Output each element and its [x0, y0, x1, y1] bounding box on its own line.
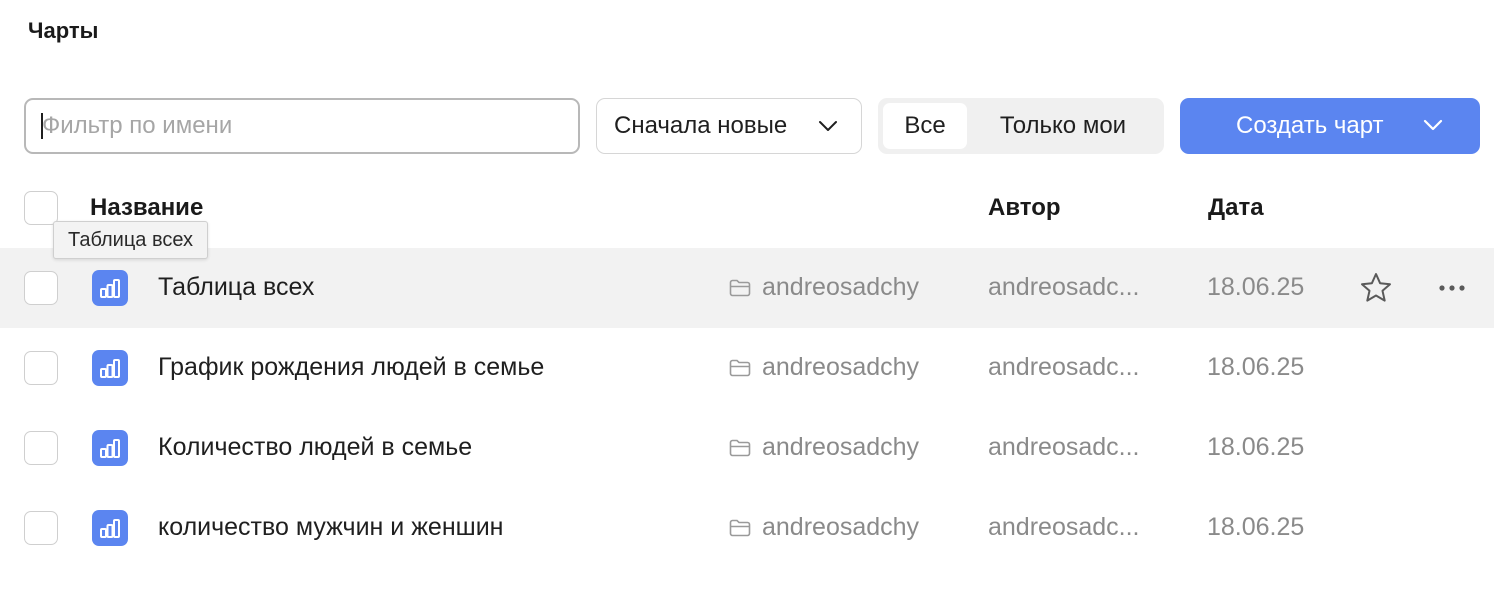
folder-link[interactable]: andreosadchy — [762, 273, 919, 302]
column-header-name[interactable]: Название — [90, 194, 203, 222]
chart-bars-icon — [92, 270, 128, 306]
more-dots-icon[interactable] — [1434, 274, 1470, 302]
column-header-date[interactable]: Дата — [1208, 194, 1264, 222]
row-checkbox[interactable] — [24, 351, 58, 385]
ownership-segmented-control: Все Только мои — [878, 98, 1164, 154]
folder-icon — [729, 439, 751, 457]
text-caret — [41, 113, 43, 139]
create-chart-button[interactable]: Создать чарт — [1180, 98, 1480, 154]
folder-icon — [729, 279, 751, 297]
tooltip: Таблица всех — [53, 221, 209, 259]
chart-bars-icon — [92, 510, 128, 546]
date-cell: 18.06.25 — [1207, 273, 1305, 301]
date-cell: 18.06.25 — [1207, 433, 1305, 461]
table-row[interactable]: количество мужчин и женшин andreosadchy … — [0, 488, 1494, 568]
folder-link[interactable]: andreosadchy — [762, 353, 919, 382]
author-cell: andreosadc... — [988, 433, 1140, 461]
author-cell: andreosadc... — [988, 513, 1140, 541]
page-title: Чарты — [28, 18, 99, 43]
chart-bars-icon — [92, 350, 128, 386]
table-header: Название Автор Дата — [0, 188, 1494, 228]
select-all-checkbox[interactable] — [24, 191, 58, 225]
table-row[interactable]: График рождения людей в семье andreosadc… — [0, 328, 1494, 408]
sort-select[interactable]: Сначала новые — [596, 98, 862, 154]
toolbar: Сначала новые Все Только мои Создать чар… — [24, 98, 1480, 154]
table-row[interactable]: Таблица всех andreosadchy andreosadc... … — [0, 248, 1494, 328]
table-row[interactable]: Количество людей в семье andreosadchy an… — [0, 408, 1494, 488]
chart-name-link[interactable]: Таблица всех — [158, 273, 314, 302]
segment-all[interactable]: Все — [883, 103, 967, 149]
author-cell: andreosadc... — [988, 353, 1140, 381]
date-cell: 18.06.25 — [1207, 353, 1305, 381]
sort-select-label: Сначала новые — [614, 112, 788, 139]
chevron-down-icon — [819, 121, 837, 131]
date-cell: 18.06.25 — [1207, 513, 1305, 541]
chart-name-link[interactable]: Количество людей в семье — [158, 433, 472, 462]
chevron-down-icon[interactable] — [1422, 114, 1444, 136]
folder-link[interactable]: andreosadchy — [762, 433, 919, 462]
folder-link[interactable]: andreosadchy — [762, 513, 919, 542]
row-checkbox[interactable] — [24, 271, 58, 305]
segment-only-mine[interactable]: Только мои — [967, 103, 1159, 149]
column-header-author[interactable]: Автор — [988, 194, 1061, 222]
star-icon[interactable] — [1358, 270, 1394, 306]
filter-input[interactable] — [24, 98, 580, 154]
folder-icon — [729, 519, 751, 537]
folder-icon — [729, 359, 751, 377]
row-checkbox[interactable] — [24, 431, 58, 465]
chart-name-link[interactable]: количество мужчин и женшин — [158, 513, 503, 542]
row-checkbox[interactable] — [24, 511, 58, 545]
chart-bars-icon — [92, 430, 128, 466]
chart-name-link[interactable]: График рождения людей в семье — [158, 353, 544, 382]
create-chart-label: Создать чарт — [1236, 112, 1384, 139]
author-cell: andreosadc... — [988, 273, 1140, 301]
